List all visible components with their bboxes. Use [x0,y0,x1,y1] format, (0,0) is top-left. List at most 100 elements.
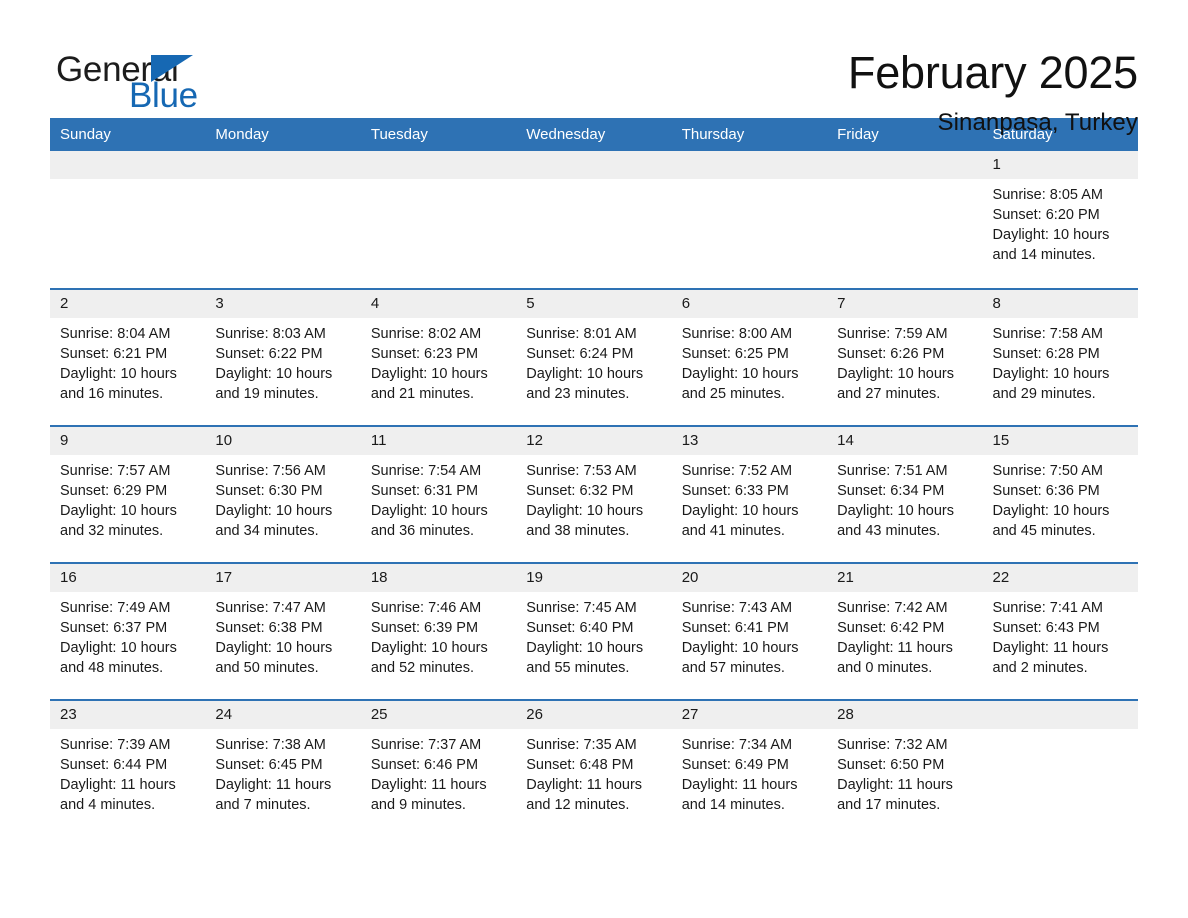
day-number: 4 [360,290,517,318]
daylight-text: Daylight: 10 hours and 19 minutes. [215,366,333,402]
sunrise-text: Sunrise: 8:04 AM [60,326,171,342]
day-details: Sunrise: 8:01 AM Sunset: 6:24 PM Daylight:… [516,318,671,404]
daylight-text: Daylight: 10 hours and 23 minutes. [526,366,644,402]
weekday-header-monday: Monday [205,118,361,151]
daylight-text: Daylight: 10 hours and 45 minutes. [992,503,1110,539]
calendar-day-cell[interactable]: 24 Sunrise: 7:38 AM Sunset: 6:45 PM Dayligh… [205,699,361,836]
daylight-text: Daylight: 10 hours and 14 minutes. [992,227,1110,263]
day-cell-inner: 12 Sunrise: 7:53 AM Sunset: 6:32 PM Dayligh… [516,427,672,562]
day-number: 20 [671,564,828,592]
sunrise-text: Sunrise: 7:32 AM [837,737,948,753]
sunset-text: Sunset: 6:40 PM [526,620,634,636]
day-number [360,151,517,179]
sunset-text: Sunset: 6:34 PM [837,483,945,499]
sunset-text: Sunset: 6:28 PM [992,346,1100,362]
day-details: Sunrise: 8:03 AM Sunset: 6:22 PM Daylight:… [205,318,360,404]
daylight-text: Daylight: 11 hours and 9 minutes. [370,777,487,813]
calendar-day-cell[interactable]: 11 Sunrise: 7:54 AM Sunset: 6:31 PM Dayligh… [360,425,517,563]
day-cell-inner [360,151,517,288]
daylight-text: Daylight: 10 hours and 57 minutes. [681,640,799,676]
day-number: 27 [671,701,828,729]
calendar-day-cell[interactable]: 21 Sunrise: 7:42 AM Sunset: 6:42 PM Dayligh… [827,562,983,700]
day-number: 26 [516,701,672,729]
day-details: Sunrise: 7:45 AM Sunset: 6:40 PM Daylight:… [516,592,671,678]
calendar-day-cell[interactable]: 10 Sunrise: 7:56 AM Sunset: 6:30 PM Dayligh… [205,425,361,563]
calendar-day-cell[interactable]: 18 Sunrise: 7:46 AM Sunset: 6:39 PM Dayligh… [360,562,517,700]
calendar-day-cell[interactable]: 22 Sunrise: 7:41 AM Sunset: 6:43 PM Dayligh… [982,562,1138,700]
calendar-day-cell[interactable]: 17 Sunrise: 7:47 AM Sunset: 6:38 PM Dayligh… [205,562,361,700]
sunrise-text: Sunrise: 7:59 AM [837,326,948,342]
day-number: 10 [205,427,361,455]
sunset-text: Sunset: 6:31 PM [370,483,479,499]
calendar-day-cell[interactable]: 3 Sunrise: 8:03 AM Sunset: 6:22 PM Daylight… [205,288,361,426]
day-cell-inner: 20 Sunrise: 7:43 AM Sunset: 6:41 PM Dayligh… [671,564,828,699]
calendar-day-cell[interactable]: 27 Sunrise: 7:34 AM Sunset: 6:49 PM Dayligh… [671,699,828,836]
day-number [671,151,828,179]
calendar-day-cell[interactable]: 14 Sunrise: 7:51 AM Sunset: 6:34 PM Dayligh… [827,425,983,563]
day-number: 18 [360,564,517,592]
title-block: February 2025 Sinanpasa, Turkey [848,48,1138,138]
calendar-day-cell-empty [671,151,828,289]
day-cell-inner: 6 Sunrise: 8:00 AM Sunset: 6:25 PM Daylight… [671,290,828,425]
calendar-day-cell[interactable]: 4 Sunrise: 8:02 AM Sunset: 6:23 PM Daylight… [360,288,517,426]
daylight-text: Daylight: 10 hours and 27 minutes. [837,366,954,402]
calendar-day-cell[interactable]: 16 Sunrise: 7:49 AM Sunset: 6:37 PM Dayligh… [50,562,206,700]
calendar-day-cell-empty [50,151,206,289]
day-number: 11 [360,427,517,455]
calendar-day-cell[interactable]: 19 Sunrise: 7:45 AM Sunset: 6:40 PM Dayligh… [516,562,672,700]
day-number: 3 [205,290,361,318]
day-cell-inner: 28 Sunrise: 7:32 AM Sunset: 6:50 PM Dayligh… [827,701,983,836]
sunset-text: Sunset: 6:50 PM [837,757,945,773]
day-details: Sunrise: 7:47 AM Sunset: 6:38 PM Daylight:… [205,592,360,678]
day-number: 6 [671,290,828,318]
calendar-day-cell[interactable]: 28 Sunrise: 7:32 AM Sunset: 6:50 PM Dayligh… [827,699,983,836]
sunrise-text: Sunrise: 7:35 AM [526,737,637,753]
day-details: Sunrise: 7:51 AM Sunset: 6:34 PM Daylight:… [827,455,982,541]
calendar-day-cell[interactable]: 15 Sunrise: 7:50 AM Sunset: 6:36 PM Dayligh… [982,425,1138,563]
daylight-text: Daylight: 11 hours and 0 minutes. [837,640,953,676]
daylight-text: Daylight: 10 hours and 16 minutes. [60,366,177,402]
calendar-week-row: 9 Sunrise: 7:57 AM Sunset: 6:29 PM Daylight… [50,425,1138,563]
calendar-day-cell[interactable]: 13 Sunrise: 7:52 AM Sunset: 6:33 PM Dayligh… [671,425,828,563]
sunrise-text: Sunrise: 7:54 AM [370,463,482,479]
calendar-day-cell[interactable]: 9 Sunrise: 7:57 AM Sunset: 6:29 PM Daylight… [50,425,206,563]
day-number: 28 [827,701,983,729]
calendar-day-cell[interactable]: 2 Sunrise: 8:04 AM Sunset: 6:21 PM Daylight… [50,288,206,426]
day-cell-inner: 22 Sunrise: 7:41 AM Sunset: 6:43 PM Dayligh… [982,564,1138,699]
sunrise-text: Sunrise: 7:49 AM [60,600,171,616]
sunrise-text: Sunrise: 8:05 AM [992,187,1103,203]
day-details: Sunrise: 7:32 AM Sunset: 6:50 PM Daylight:… [827,729,982,815]
calendar-day-cell[interactable]: 20 Sunrise: 7:43 AM Sunset: 6:41 PM Dayligh… [671,562,828,700]
calendar-day-cell[interactable]: 5 Sunrise: 8:01 AM Sunset: 6:24 PM Daylight… [516,288,672,426]
sunset-text: Sunset: 6:38 PM [215,620,323,636]
daylight-text: Daylight: 10 hours and 41 minutes. [681,503,799,539]
general-blue-logo[interactable]: General Blue [50,48,250,120]
day-cell-inner: 4 Sunrise: 8:02 AM Sunset: 6:23 PM Daylight… [360,290,517,425]
day-number [516,151,672,179]
daylight-text: Daylight: 11 hours and 12 minutes. [526,777,643,813]
weekday-header-wednesday: Wednesday [516,118,672,151]
day-cell-inner: 18 Sunrise: 7:46 AM Sunset: 6:39 PM Dayligh… [360,564,517,699]
day-details: Sunrise: 7:46 AM Sunset: 6:39 PM Daylight:… [361,592,516,678]
sunrise-text: Sunrise: 8:03 AM [215,326,326,342]
day-cell-inner: 2 Sunrise: 8:04 AM Sunset: 6:21 PM Daylight… [50,290,206,425]
sunset-text: Sunset: 6:25 PM [681,346,789,362]
daylight-text: Daylight: 10 hours and 50 minutes. [215,640,333,676]
calendar-day-cell[interactable]: 6 Sunrise: 8:00 AM Sunset: 6:25 PM Daylight… [671,288,828,426]
day-cell-inner: 25 Sunrise: 7:37 AM Sunset: 6:46 PM Dayligh… [360,701,517,836]
calendar-day-cell[interactable]: 25 Sunrise: 7:37 AM Sunset: 6:46 PM Dayligh… [360,699,517,836]
calendar-day-cell[interactable]: 12 Sunrise: 7:53 AM Sunset: 6:32 PM Dayligh… [516,425,672,563]
calendar-day-cell[interactable]: 26 Sunrise: 7:35 AM Sunset: 6:48 PM Dayligh… [516,699,672,836]
day-cell-inner: 13 Sunrise: 7:52 AM Sunset: 6:33 PM Dayligh… [671,427,828,562]
day-cell-inner: 15 Sunrise: 7:50 AM Sunset: 6:36 PM Dayligh… [982,427,1138,562]
day-number: 24 [205,701,361,729]
calendar-day-cell[interactable]: 23 Sunrise: 7:39 AM Sunset: 6:44 PM Dayligh… [50,699,206,836]
sunset-text: Sunset: 6:32 PM [526,483,634,499]
calendar-day-cell[interactable]: 1 Sunrise: 8:05 AM Sunset: 6:20 PM Daylight… [982,151,1138,289]
day-cell-inner: 27 Sunrise: 7:34 AM Sunset: 6:49 PM Dayligh… [671,701,828,836]
calendar-day-cell[interactable]: 7 Sunrise: 7:59 AM Sunset: 6:26 PM Daylight… [827,288,983,426]
daylight-text: Daylight: 10 hours and 21 minutes. [370,366,488,402]
daylight-text: Daylight: 11 hours and 17 minutes. [837,777,953,813]
calendar-day-cell[interactable]: 8 Sunrise: 7:58 AM Sunset: 6:28 PM Daylight… [982,288,1138,426]
day-number: 5 [516,290,672,318]
